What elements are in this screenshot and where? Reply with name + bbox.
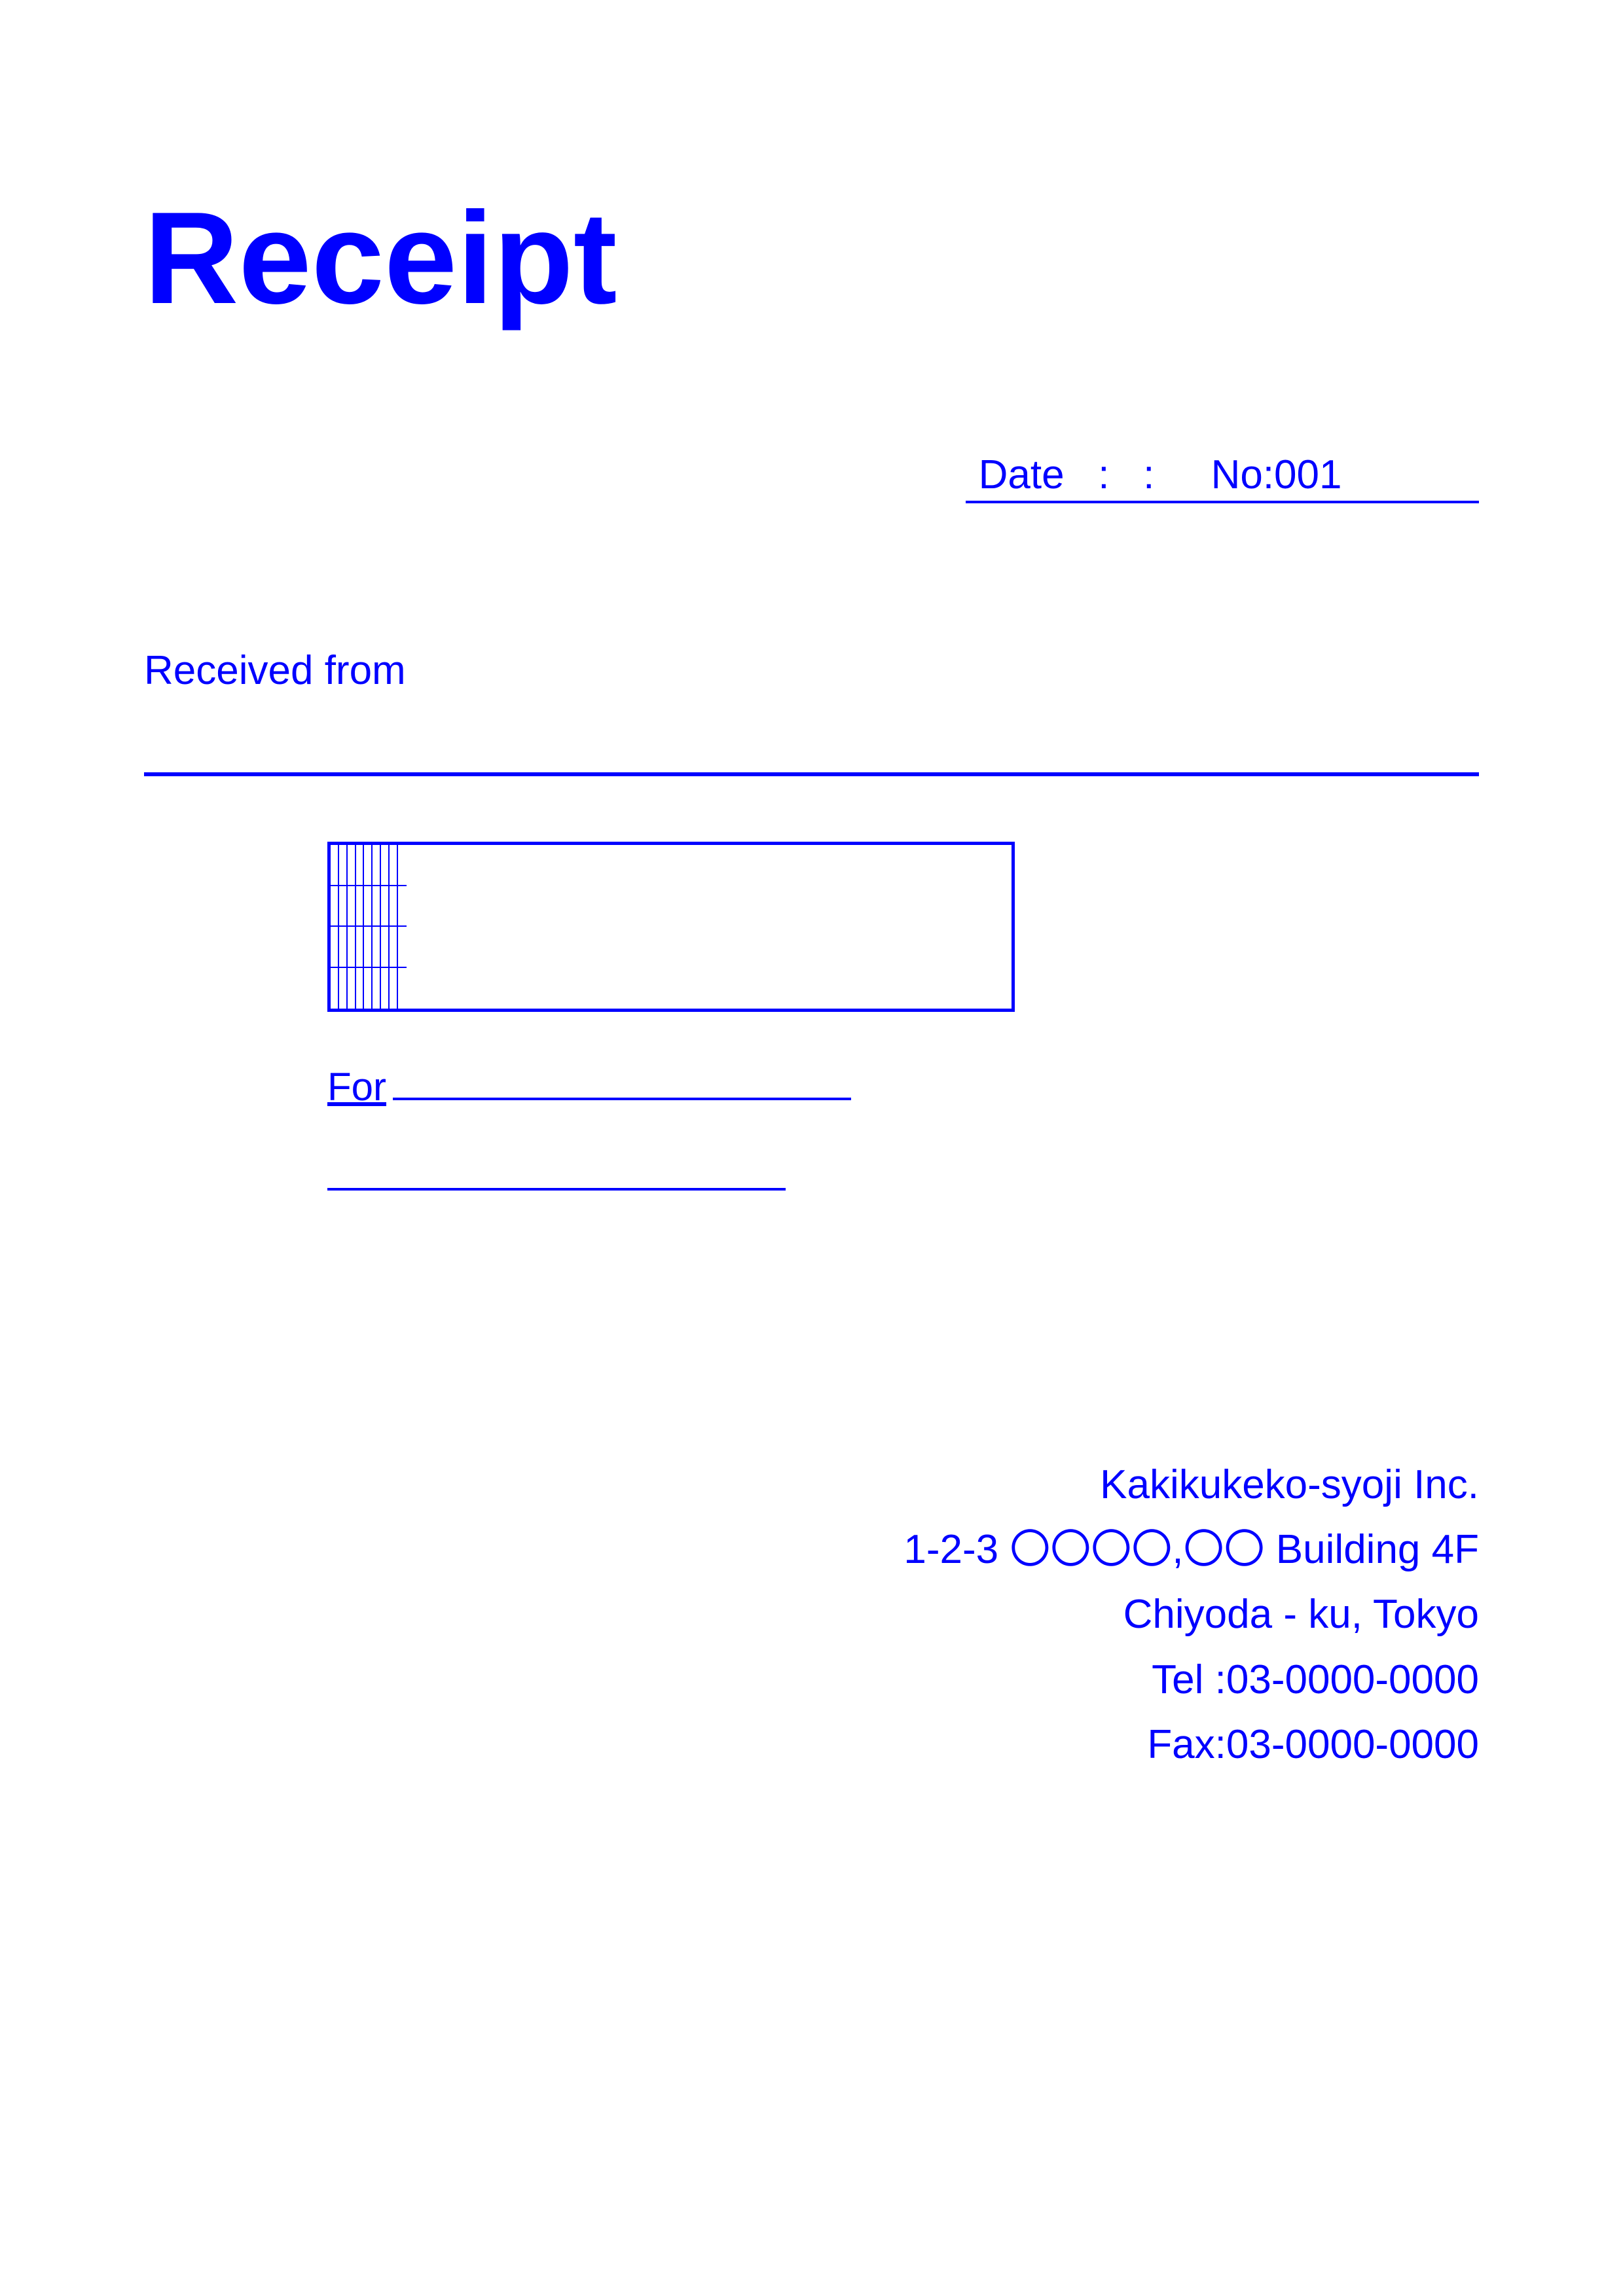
amount-cell (348, 886, 356, 927)
amount-cell (373, 886, 381, 927)
amount-cell (373, 927, 381, 968)
amount-cell (331, 927, 339, 968)
date-no-field: Date : : No:001 (966, 452, 1479, 503)
company-tel: Tel :03-0000-0000 (1152, 1647, 1479, 1712)
date-colon2: : (1143, 452, 1154, 497)
date-label: Date (979, 452, 1065, 497)
amount-cell (339, 845, 348, 886)
company-fax: Fax:03-0000-0000 (1147, 1712, 1479, 1777)
for-label: For (327, 1064, 386, 1109)
amount-cell (356, 927, 365, 968)
amount-cell (331, 886, 339, 927)
amount-cell (364, 927, 373, 968)
amount-cell (356, 886, 365, 927)
amount-cell (348, 845, 356, 886)
date-sep3 (1166, 452, 1200, 497)
amount-cell (356, 845, 365, 886)
no-label: No:001 (1211, 452, 1342, 497)
date-no-row: Date : : No:001 (144, 452, 1479, 503)
for-line: For (327, 1064, 851, 1109)
for-underline-field (393, 1087, 851, 1100)
amount-cell (331, 968, 339, 1009)
amount-cell (398, 968, 407, 1009)
amount-cell (398, 845, 407, 886)
amount-cell (348, 927, 356, 968)
amount-box (327, 842, 1015, 1012)
amount-cell (356, 968, 365, 1009)
amount-cell (339, 886, 348, 927)
page-title: Receipt (144, 183, 1479, 334)
amount-cell (373, 968, 381, 1009)
amount-cell (364, 968, 373, 1009)
extra-underline (327, 1188, 786, 1191)
amount-section: For (144, 842, 1479, 1321)
no-spacer (1353, 452, 1466, 497)
amount-cell (373, 845, 381, 886)
amount-cell (364, 845, 373, 886)
company-info: Kakikukeko-syoji Inc. 1-2-3 〇〇〇〇,〇〇 Buil… (144, 1452, 1479, 1777)
amount-box-inner (331, 845, 407, 1009)
amount-cell (398, 927, 407, 968)
date-sep1 (1076, 452, 1098, 497)
page: Receipt Date : : No:001 Received from (0, 0, 1623, 2296)
amount-cell (339, 927, 348, 968)
company-address1: 1-2-3 〇〇〇〇,〇〇 Building 4F (903, 1517, 1479, 1582)
date-colon1: : (1098, 452, 1109, 497)
amount-cell (381, 968, 390, 1009)
date-sep2 (1121, 452, 1143, 497)
address1-text: 1-2-3 〇〇〇〇,〇〇 Building 4F (903, 1527, 1479, 1572)
received-from-section: Received from (144, 647, 1479, 694)
amount-cell (390, 845, 398, 886)
amount-cell (398, 886, 407, 927)
amount-cell (390, 886, 398, 927)
amount-cell (339, 968, 348, 1009)
date-no-container: Date : : No:001 (966, 452, 1479, 503)
company-address2: Chiyoda - ku, Tokyo (1123, 1582, 1479, 1647)
section-divider (144, 772, 1479, 776)
amount-cell (348, 968, 356, 1009)
company-name: Kakikukeko-syoji Inc. (1100, 1452, 1479, 1517)
amount-cell (331, 845, 339, 886)
amount-cell (364, 886, 373, 927)
amount-cell (381, 927, 390, 968)
amount-cell (390, 968, 398, 1009)
received-from-label: Received from (144, 647, 1479, 694)
amount-cell (381, 845, 390, 886)
amount-cell (390, 927, 398, 968)
amount-cell (381, 886, 390, 927)
